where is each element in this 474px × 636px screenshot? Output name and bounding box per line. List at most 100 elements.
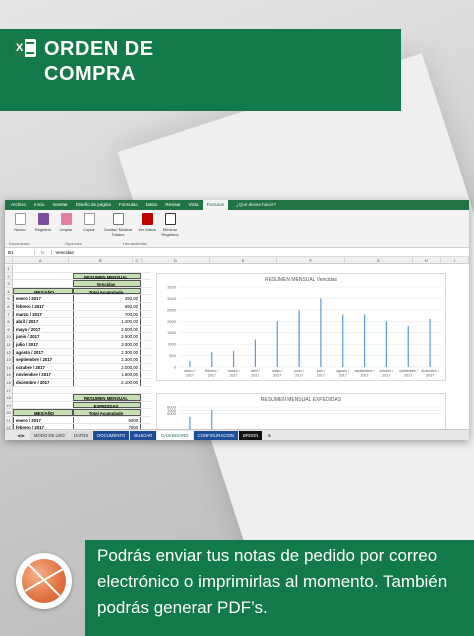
prev-sheet-icon[interactable]: ◀ ▶	[13, 431, 29, 440]
column-header[interactable]: C	[133, 257, 143, 263]
chart-expedidas[interactable]: RESUMEN MENSUAL EXPEDIDAS 8000 7000 6000	[156, 393, 446, 433]
table-row[interactable]: septiembre / 2017 2.300,00	[13, 356, 151, 364]
row-header[interactable]: 2	[5, 273, 12, 281]
table-row[interactable]: enero / 2017 250,00	[13, 295, 151, 303]
total-cell[interactable]: 2.300,00	[73, 356, 141, 363]
sheet-tab[interactable]: MODO DE USO	[29, 430, 69, 440]
register-button[interactable]: Registrar	[32, 213, 54, 247]
table-row[interactable]: febrero / 2017 650,00	[13, 302, 151, 311]
sheet-tab[interactable]: BRDDN	[239, 430, 263, 440]
row-header[interactable]: 13	[5, 356, 12, 364]
column-header[interactable]: B	[69, 257, 133, 263]
bar[interactable]	[232, 351, 235, 367]
row-header[interactable]: 15	[5, 371, 12, 379]
row-header[interactable]: 20	[5, 409, 12, 417]
total-cell[interactable]: 700,00	[73, 310, 141, 318]
chart-vencidas[interactable]: RESUMEN MENSUAL Vencidas 3500 3000 2500 200…	[156, 273, 446, 381]
month-cell[interactable]: enero / 2017	[13, 295, 73, 302]
total-cell[interactable]: 2.500,00	[73, 333, 141, 340]
ribbon-tab-revisar[interactable]: Revisar	[161, 200, 184, 210]
row-header[interactable]: 9	[5, 326, 12, 334]
month-cell[interactable]: abril / 2017	[13, 318, 73, 325]
total-cell[interactable]: 2.000,00	[73, 325, 141, 333]
sheet-grid[interactable]: 1 2 3 4 5 6 7 8 9 10 11 12 13 14 15 16 17 18 19 20 21 22 RESU…	[5, 265, 469, 433]
total-cell[interactable]: 1.800,00	[73, 371, 141, 378]
ribbon-tab-insertar[interactable]: Insertar	[49, 200, 72, 210]
tell-me-search[interactable]: ¿Qué desea hacer?	[232, 200, 280, 210]
ribbon-tab-archivo[interactable]: Archivo	[7, 200, 30, 210]
table-row[interactable]: octubre / 2017 2.000,00	[13, 363, 151, 372]
table-row[interactable]: junio / 2017 2.500,00	[13, 333, 151, 341]
column-header[interactable]: A	[13, 257, 69, 263]
month-cell[interactable]: julio / 2017	[13, 340, 73, 348]
ribbon-tab-inicio[interactable]: Inicio	[30, 200, 49, 210]
total-cell[interactable]: 2.100,00	[73, 378, 141, 386]
month-cell[interactable]: noviembre / 2017	[13, 371, 73, 378]
row-header[interactable]: 17	[5, 387, 12, 395]
month-cell[interactable]: octubre / 2017	[13, 363, 73, 371]
month-cell[interactable]: septiembre / 2017	[13, 356, 73, 363]
column-header[interactable]: E	[210, 257, 278, 263]
ribbon-tab-vista[interactable]: Vista	[185, 200, 203, 210]
row-header[interactable]: 11	[5, 341, 12, 349]
row-header[interactable]: 19	[5, 402, 12, 410]
row-header[interactable]: 10	[5, 333, 12, 341]
row-header[interactable]: 5	[5, 295, 12, 303]
bar[interactable]	[211, 352, 213, 367]
total-cell[interactable]: 1.200,00	[73, 318, 141, 325]
bar[interactable]	[320, 298, 322, 367]
row-header[interactable]: 21	[5, 417, 12, 425]
month-cell[interactable]: agosto / 2017	[13, 348, 73, 356]
ribbon-tab-f-rmulas[interactable]: Fórmulas	[115, 200, 142, 210]
bar[interactable]	[385, 321, 388, 367]
total-cell[interactable]: 3.000,00	[73, 340, 141, 348]
add-sheet-icon[interactable]: ⊕	[263, 431, 275, 440]
table-row[interactable]: enero / 2017 5000	[13, 416, 151, 425]
row-header[interactable]: 4	[5, 288, 12, 296]
ribbon-tab-facturas[interactable]: Facturas	[202, 200, 229, 210]
table-row[interactable]: agosto / 2017 2.300,00	[13, 348, 151, 357]
column-header[interactable]: F	[277, 257, 345, 263]
total-cell[interactable]: 2.000,00	[73, 363, 141, 371]
sheet-tab[interactable]: CONFIGURACION	[193, 430, 239, 440]
bar[interactable]	[363, 314, 366, 367]
total-cell[interactable]: 650,00	[73, 302, 141, 310]
sheet-tab[interactable]: DOCUMENTO	[93, 430, 130, 440]
row-header[interactable]: 12	[5, 349, 12, 357]
sheet-tab[interactable]: BUSCAR	[130, 430, 157, 440]
sheet-tab[interactable]: DATOS	[69, 430, 93, 440]
bar[interactable]	[189, 361, 191, 367]
month-cell[interactable]: junio / 2017	[13, 333, 73, 340]
table-row[interactable]: noviembre / 2017 1.800,00	[13, 371, 151, 379]
delete-records-button[interactable]: Eliminar Registros	[159, 213, 181, 247]
total-cell[interactable]: 5000	[73, 416, 141, 424]
bar[interactable]	[429, 319, 431, 367]
column-header[interactable]: I	[441, 257, 469, 263]
bar[interactable]	[254, 339, 257, 367]
table-row[interactable]: mayo / 2017 2.000,00	[13, 325, 151, 334]
row-header[interactable]: 6	[5, 303, 12, 311]
row-header[interactable]: 3	[5, 280, 12, 288]
month-cell[interactable]: mayo / 2017	[13, 325, 73, 333]
month-cell[interactable]: febrero / 2017	[13, 302, 73, 310]
table-row[interactable]: marzo / 2017 700,00	[13, 310, 151, 319]
bar[interactable]	[276, 321, 278, 367]
select-all-corner[interactable]	[5, 257, 13, 263]
formula-input[interactable]: Vencidas	[52, 250, 74, 255]
bar[interactable]	[407, 325, 409, 367]
row-header[interactable]: 18	[5, 394, 12, 402]
row-header[interactable]: 14	[5, 364, 12, 372]
row-header[interactable]: 7	[5, 311, 12, 319]
row-header[interactable]: 8	[5, 318, 12, 326]
table-row[interactable]: diciembre / 2017 2.100,00	[13, 378, 151, 387]
ribbon-tab-datos[interactable]: Datos	[142, 200, 162, 210]
bar[interactable]	[342, 314, 344, 367]
table-row[interactable]: julio / 2017 3.000,00	[13, 340, 151, 349]
month-cell[interactable]: marzo / 2017	[13, 310, 73, 318]
column-header[interactable]: H	[413, 257, 441, 263]
total-cell[interactable]: 250,00	[73, 295, 141, 302]
table-row[interactable]: abril / 2017 1.200,00	[13, 318, 151, 326]
row-header[interactable]: 1	[5, 265, 12, 273]
month-cell[interactable]: enero / 2017	[13, 416, 73, 424]
column-header[interactable]: D	[142, 257, 210, 263]
